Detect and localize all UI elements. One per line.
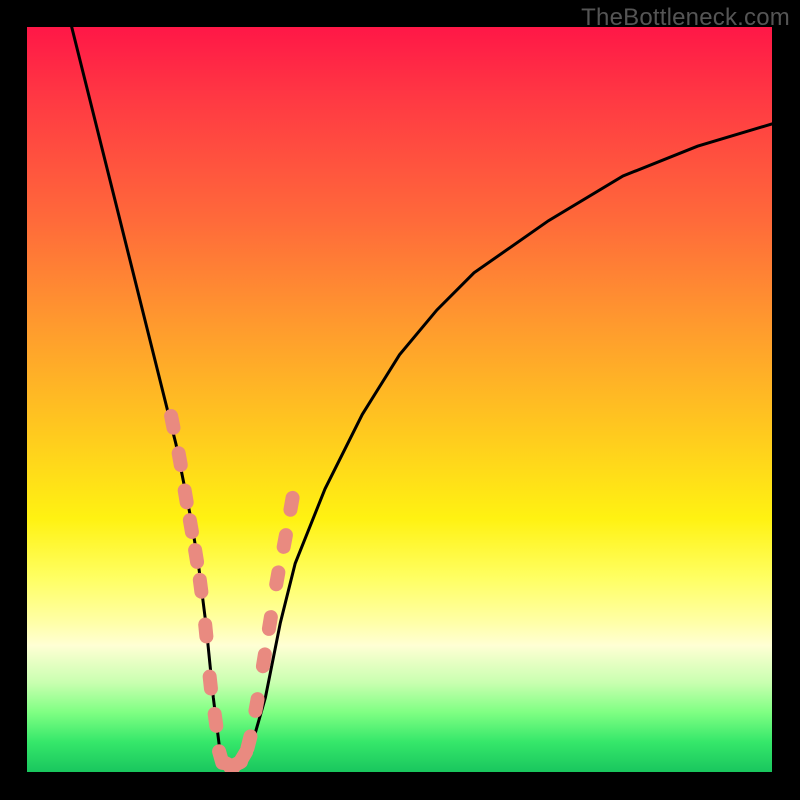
- plot-area: [27, 27, 772, 772]
- chart-svg: [27, 27, 772, 772]
- curve-marker: [261, 609, 279, 637]
- curve-marker: [171, 445, 189, 473]
- curve-marker: [192, 572, 209, 600]
- curve-marker: [163, 408, 182, 436]
- curve-marker: [202, 669, 219, 696]
- curve-marker: [282, 490, 300, 518]
- curve-marker: [207, 706, 224, 734]
- curve-marker: [198, 617, 215, 644]
- chart-frame: TheBottleneck.com: [0, 0, 800, 800]
- curve-marker: [247, 691, 265, 719]
- curve-markers: [163, 408, 301, 772]
- curve-marker: [275, 527, 294, 555]
- curve-marker: [182, 512, 200, 540]
- curve-marker: [187, 542, 205, 570]
- curve-marker: [268, 564, 286, 592]
- curve-marker: [177, 482, 195, 510]
- curve-marker: [239, 728, 259, 757]
- bottleneck-curve: [72, 27, 772, 765]
